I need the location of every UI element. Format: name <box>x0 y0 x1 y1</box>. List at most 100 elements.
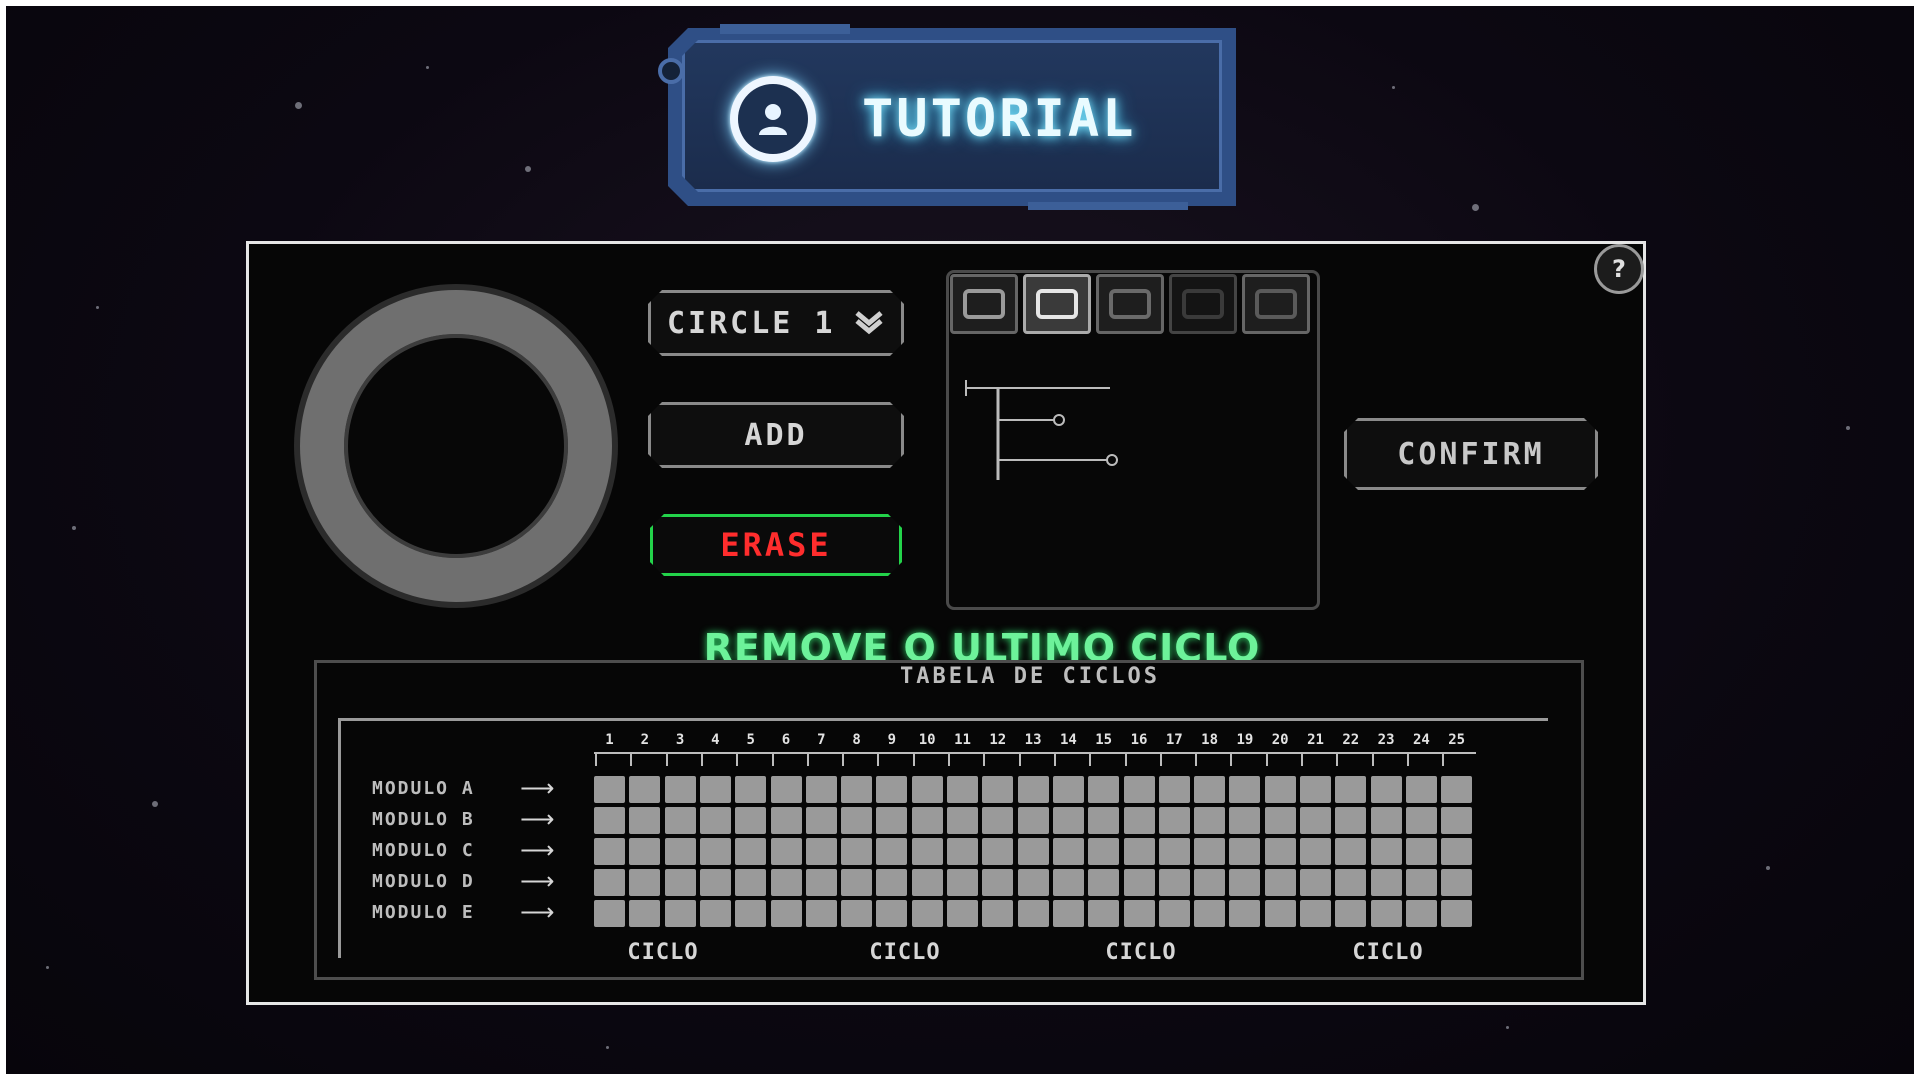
cycle-cell[interactable] <box>911 869 943 896</box>
cycle-cell[interactable] <box>1300 776 1331 803</box>
shape-dropdown[interactable]: CIRCLE 1 <box>648 290 904 356</box>
cycle-cell[interactable] <box>770 776 802 803</box>
cycle-cell[interactable] <box>735 776 767 803</box>
cycle-cell[interactable] <box>1405 838 1437 865</box>
cycle-cell[interactable] <box>594 869 625 896</box>
cycle-cell[interactable] <box>629 900 661 927</box>
cycle-cell[interactable] <box>770 838 802 865</box>
cycle-cell[interactable] <box>1123 838 1155 865</box>
cycle-cell[interactable] <box>1158 838 1190 865</box>
cycle-cell[interactable] <box>1088 776 1120 803</box>
shape-swatch-5[interactable] <box>1242 274 1310 334</box>
cycle-cell[interactable] <box>1088 869 1120 896</box>
cycle-cell[interactable] <box>947 900 978 927</box>
cycle-cell[interactable] <box>1441 869 1473 896</box>
cycle-cell[interactable] <box>911 807 943 834</box>
cycle-cell[interactable] <box>1088 807 1120 834</box>
cycle-cell[interactable] <box>664 900 696 927</box>
cycle-cell[interactable] <box>770 869 802 896</box>
cycle-cell[interactable] <box>947 776 978 803</box>
cycle-cell[interactable] <box>1370 776 1402 803</box>
cycle-cell[interactable] <box>1405 807 1437 834</box>
cycle-cell[interactable] <box>1052 838 1084 865</box>
cycle-cell[interactable] <box>1158 869 1190 896</box>
cycle-cell[interactable] <box>841 900 873 927</box>
cycle-cell[interactable] <box>1300 807 1331 834</box>
cycle-cell[interactable] <box>1194 838 1226 865</box>
cycle-cell[interactable] <box>1229 838 1261 865</box>
cycle-cell[interactable] <box>1441 900 1473 927</box>
cycle-cell[interactable] <box>805 776 837 803</box>
cycle-cell[interactable] <box>1123 807 1155 834</box>
cycle-cell[interactable] <box>982 838 1014 865</box>
cycle-cell[interactable] <box>1405 776 1437 803</box>
cycle-cell[interactable] <box>1158 900 1190 927</box>
shape-swatch-4[interactable] <box>1169 274 1237 334</box>
cycle-cell[interactable] <box>664 776 696 803</box>
cycle-cell[interactable] <box>947 838 978 865</box>
cycle-cell[interactable] <box>770 900 802 927</box>
cycle-cell[interactable] <box>1229 869 1261 896</box>
cycle-cell[interactable] <box>1370 838 1402 865</box>
cycle-cell[interactable] <box>841 838 873 865</box>
cycle-cell[interactable] <box>1229 807 1261 834</box>
cycle-cell[interactable] <box>982 776 1014 803</box>
cycle-cell[interactable] <box>1088 838 1120 865</box>
cycle-cell[interactable] <box>629 776 661 803</box>
cycle-cell[interactable] <box>770 807 802 834</box>
cycle-cell[interactable] <box>1194 807 1226 834</box>
cycle-cell[interactable] <box>947 807 978 834</box>
cycle-cell[interactable] <box>664 838 696 865</box>
cycle-cell[interactable] <box>876 776 908 803</box>
cycle-cell[interactable] <box>911 838 943 865</box>
shape-swatch-1[interactable] <box>950 274 1018 334</box>
cycle-cell[interactable] <box>1229 900 1261 927</box>
cycle-cell[interactable] <box>1264 838 1296 865</box>
cycle-cell[interactable] <box>1370 807 1402 834</box>
cycle-cell[interactable] <box>876 807 908 834</box>
cycle-cell[interactable] <box>1017 838 1049 865</box>
cycle-cell[interactable] <box>1370 869 1402 896</box>
cycle-cell[interactable] <box>841 776 873 803</box>
cycle-cell[interactable] <box>1264 869 1296 896</box>
cycle-cell[interactable] <box>1264 776 1296 803</box>
cycle-cell[interactable] <box>1017 900 1049 927</box>
cycle-cell[interactable] <box>1088 900 1120 927</box>
cycle-cell[interactable] <box>1335 838 1367 865</box>
cycle-cell[interactable] <box>982 869 1014 896</box>
cycle-cell[interactable] <box>841 869 873 896</box>
cycle-cell[interactable] <box>1335 776 1367 803</box>
cycle-cell[interactable] <box>1158 807 1190 834</box>
cycle-cell[interactable] <box>805 838 837 865</box>
cycle-cell[interactable] <box>735 900 767 927</box>
cycle-cell[interactable] <box>1335 900 1367 927</box>
cycle-cell[interactable] <box>947 869 978 896</box>
cycle-cell[interactable] <box>1052 869 1084 896</box>
cycle-cell[interactable] <box>805 900 837 927</box>
cycle-cell[interactable] <box>841 807 873 834</box>
cycle-cell[interactable] <box>735 838 767 865</box>
cycle-cell[interactable] <box>735 869 767 896</box>
cycle-cell[interactable] <box>1017 869 1049 896</box>
cycle-cell[interactable] <box>1405 869 1437 896</box>
cycle-cell[interactable] <box>1264 807 1296 834</box>
cycle-cell[interactable] <box>1441 807 1473 834</box>
cycle-cell[interactable] <box>1158 776 1190 803</box>
cycle-cell[interactable] <box>699 838 731 865</box>
shape-swatch-2[interactable] <box>1023 274 1091 334</box>
cycle-cell[interactable] <box>1017 807 1049 834</box>
cycle-cell[interactable] <box>911 900 943 927</box>
cycle-cell[interactable] <box>699 776 731 803</box>
cycle-cell[interactable] <box>1194 869 1226 896</box>
cycle-cell[interactable] <box>1123 900 1155 927</box>
cycle-cell[interactable] <box>699 900 731 927</box>
cycle-cell[interactable] <box>805 807 837 834</box>
cycle-cell[interactable] <box>911 776 943 803</box>
cycle-cell[interactable] <box>1052 807 1084 834</box>
cycle-cell[interactable] <box>1405 900 1437 927</box>
cycle-cell[interactable] <box>1052 776 1084 803</box>
cycle-cell[interactable] <box>1123 869 1155 896</box>
cycle-cell[interactable] <box>629 807 661 834</box>
cycle-cell[interactable] <box>876 869 908 896</box>
help-icon[interactable]: ? <box>1594 244 1644 294</box>
